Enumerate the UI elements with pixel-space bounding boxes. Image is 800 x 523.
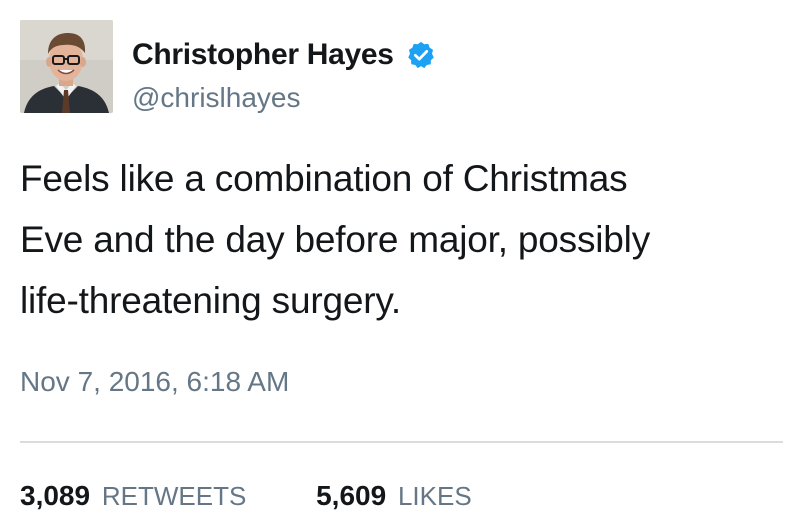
tweet-stats: 3,089 RETWEETS 5,609 LIKES: [20, 480, 534, 512]
retweets-label: RETWEETS: [101, 481, 247, 511]
avatar-image: [20, 20, 113, 113]
likes-stat[interactable]: 5,609 LIKES: [316, 480, 472, 512]
avatar[interactable]: [20, 20, 113, 113]
retweets-count: 3,089: [20, 480, 91, 511]
tweet-text: Feels like a combination of Christmas Ev…: [20, 148, 780, 331]
author-display-name[interactable]: Christopher Hayes: [132, 38, 394, 72]
tweet-text-line: Eve and the day before major, possibly: [20, 219, 650, 260]
likes-count: 5,609: [316, 480, 387, 511]
author-name-row: Christopher Hayes: [132, 38, 436, 78]
tweet-header: Christopher Hayes @chrislhayes: [20, 20, 780, 116]
divider: [20, 441, 783, 443]
tweet-text-line: life-threatening surgery.: [20, 280, 401, 321]
tweet-timestamp[interactable]: Nov 7, 2016, 6:18 AM: [20, 366, 289, 398]
verified-badge-icon: [406, 40, 436, 70]
tweet-text-line: Feels like a combination of Christmas: [20, 158, 628, 199]
tweet-card: Christopher Hayes @chrislhayes Feels lik…: [0, 0, 800, 523]
author-handle[interactable]: @chrislhayes: [132, 82, 300, 114]
likes-label: LIKES: [397, 481, 472, 511]
retweets-stat[interactable]: 3,089 RETWEETS: [20, 480, 246, 512]
